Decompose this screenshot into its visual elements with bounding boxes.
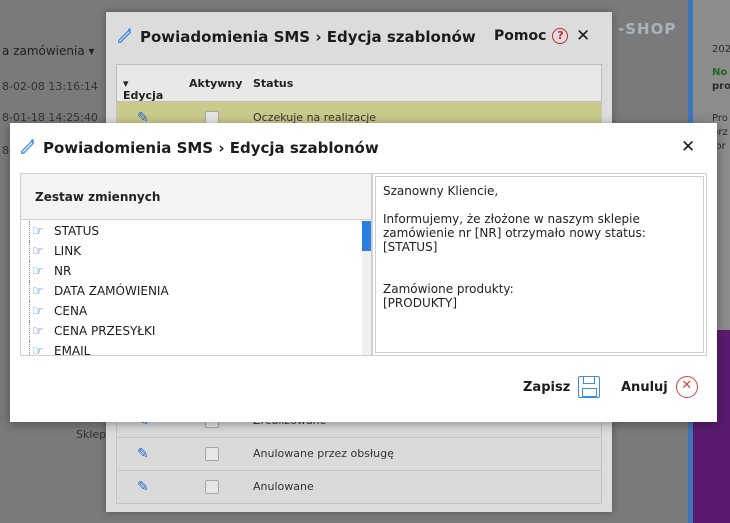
status-cell: Anulowane: [253, 480, 314, 493]
list-item[interactable]: ☞ CENA PRZESYŁKI: [29, 321, 361, 341]
edit-pencil-icon[interactable]: ✎: [137, 479, 149, 495]
table-row: ✎ Anulowane przez obsługę: [116, 438, 602, 471]
edit-pencil-icon[interactable]: ✎: [137, 446, 149, 462]
variables-scrollbar[interactable]: [362, 221, 371, 355]
modal-footer: Zapisz Anuluj ✕: [10, 363, 717, 422]
close-icon[interactable]: ✕: [681, 137, 695, 157]
list-item[interactable]: ☞ NR: [29, 261, 361, 281]
status-cell: Anulowane przez obsługę: [253, 447, 394, 460]
modal-title: Powiadomienia SMS › Edycja szablonów: [116, 26, 476, 48]
column-header-active: Aktywny: [189, 77, 243, 90]
close-icon[interactable]: ✕: [576, 26, 590, 46]
list-item[interactable]: ☞ CENA: [29, 301, 361, 321]
save-icon: [578, 376, 601, 398]
right-text: pro: [712, 81, 730, 92]
hand-pointer-icon: ☞: [32, 263, 44, 279]
hand-pointer-icon: ☞: [32, 323, 44, 339]
orders-column-header: a zamówienia ▾: [2, 44, 95, 58]
list-item[interactable]: ☞ LINK: [29, 241, 361, 261]
list-item[interactable]: ☞ EMAIL: [29, 341, 361, 355]
variables-list[interactable]: ☞ STATUS ☞ LINK ☞ NR ☞ DATA ZAMÓWIENIA ☞ CENA…: [21, 221, 361, 355]
message-template-textarea[interactable]: Szanowny Kliencie, Informujemy, że złożo…: [372, 173, 707, 356]
help-button[interactable]: Pomoc ?: [494, 28, 569, 44]
help-icon: ?: [552, 28, 569, 44]
hand-pointer-icon: ☞: [32, 343, 44, 356]
cancel-button[interactable]: Anuluj ✕: [621, 376, 698, 398]
hand-pointer-icon: ☞: [32, 223, 44, 239]
textarea-border: [375, 176, 704, 353]
save-button[interactable]: Zapisz: [523, 376, 601, 398]
right-text: 202: [712, 44, 730, 55]
column-header-status: Status: [253, 77, 294, 90]
table-row: ✎ Anulowane: [116, 471, 602, 504]
list-item[interactable]: ☞ DATA ZAMÓWIENIA: [29, 281, 361, 301]
shop-logo: -SHOP: [618, 20, 677, 38]
templates-table-header: Edycja ▾ Aktywny Status: [116, 64, 602, 102]
right-text: No: [712, 67, 728, 78]
modal-title: Powiadomienia SMS › Edycja szablonów: [19, 137, 379, 159]
gear-icon: [116, 26, 134, 48]
orders-row: 8-02-08 13:16:14: [2, 80, 98, 93]
hand-pointer-icon: ☞: [32, 243, 44, 259]
list-item[interactable]: ☞ STATUS: [29, 221, 361, 241]
scrollbar-thumb[interactable]: [362, 221, 371, 251]
hand-pointer-icon: ☞: [32, 283, 44, 299]
sms-template-edit-modal: Powiadomienia SMS › Edycja szablonów ✕ Z…: [10, 123, 717, 422]
active-checkbox[interactable]: [205, 447, 219, 461]
column-header-edit[interactable]: Edycja ▾: [123, 77, 163, 102]
cancel-icon: ✕: [675, 376, 698, 398]
variables-panel: Zestaw zmiennych ☞ STATUS ☞ LINK ☞ NR ☞ DATA…: [20, 173, 372, 356]
hand-pointer-icon: ☞: [32, 303, 44, 319]
variables-header: Zestaw zmiennych: [21, 174, 371, 220]
gear-icon: [19, 137, 37, 159]
active-checkbox[interactable]: [205, 480, 219, 494]
